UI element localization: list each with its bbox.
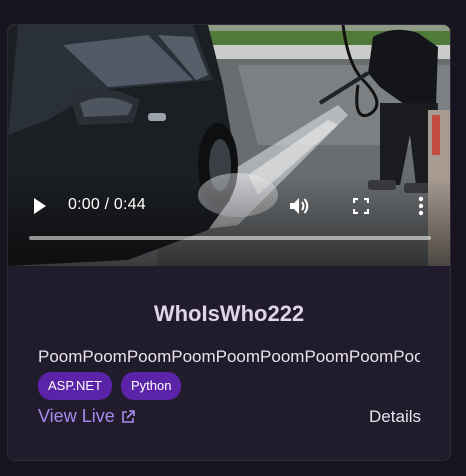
volume-button[interactable] [289,196,311,216]
fullscreen-icon [352,197,370,215]
view-live-label: View Live [38,406,115,426]
tag-badge: ASP.NET [38,372,112,400]
project-description: PoomPoomPoomPoomPoomPoomPoomPoomPoomPoom [38,347,420,366]
more-vertical-icon [418,196,424,216]
play-button[interactable] [32,197,48,215]
time-display: 0:00 / 0:44 [68,196,146,213]
tag-list: ASP.NET Python [38,372,182,400]
play-icon [34,198,46,214]
video-player[interactable]: 0:00 / 0:44 [8,25,450,266]
video-progress-bar[interactable] [29,236,431,240]
controls-overlay [8,176,450,266]
project-card: 0:00 / 0:44 WhoIsWho222 PoomPoomPoomPoom [7,24,451,461]
external-link-icon [121,409,135,423]
volume-icon [290,198,309,214]
more-options-button[interactable] [417,195,425,217]
details-link[interactable]: Details [369,407,421,427]
view-live-link[interactable]: View Live [38,406,135,427]
project-title: WhoIsWho222 [153,301,305,326]
tag-badge: Python [120,372,182,400]
fullscreen-button[interactable] [352,197,370,215]
